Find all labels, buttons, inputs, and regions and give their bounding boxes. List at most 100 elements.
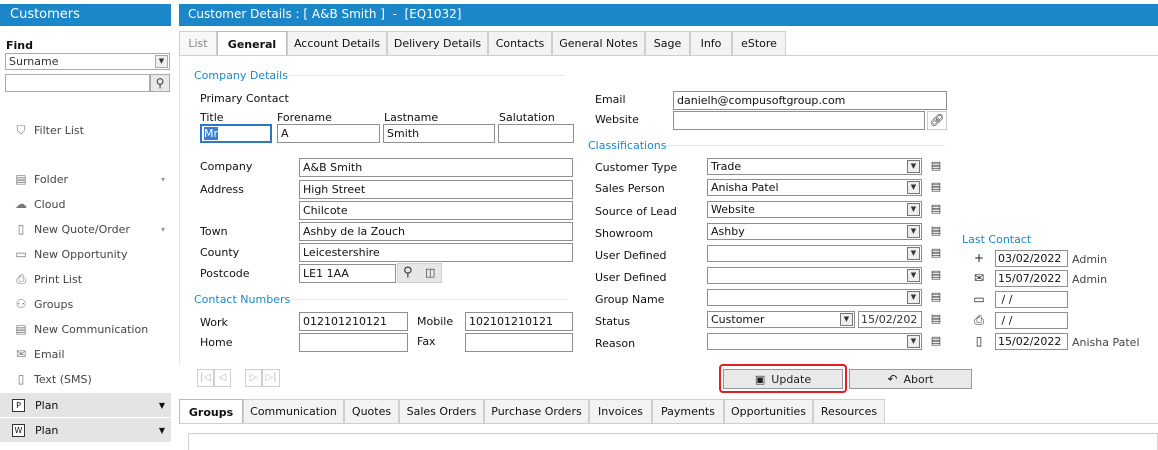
edit-list-icon[interactable]: ▤ xyxy=(930,291,942,303)
address-line2-input[interactable]: Chilcote xyxy=(299,201,573,220)
tab-list[interactable]: List xyxy=(179,31,217,55)
chevron-down-icon[interactable]: ▼ xyxy=(907,160,920,173)
showroom-select[interactable]: Ashby ▼ xyxy=(707,223,922,240)
tab-account-details[interactable]: Account Details xyxy=(287,31,387,55)
sidebar-item-folder[interactable]: ▤ Folder ▾ xyxy=(0,167,171,191)
document-icon: ▯ xyxy=(17,222,25,236)
tab-quotes[interactable]: Quotes xyxy=(344,399,399,423)
salutation-input[interactable] xyxy=(498,124,574,143)
abort-label: Abort xyxy=(903,372,934,386)
chevron-down-icon[interactable]: ▼ xyxy=(840,313,853,326)
tab-general[interactable]: General xyxy=(217,31,287,56)
sidebar-item-cloud[interactable]: ☁ Cloud xyxy=(0,192,171,216)
status-date-input[interactable]: 15/02/202 xyxy=(858,311,922,328)
find-search-input[interactable] xyxy=(5,74,150,92)
group-name-select[interactable]: ▼ xyxy=(707,289,922,306)
chevron-down-icon[interactable]: ▼ xyxy=(907,247,920,260)
tab-invoices[interactable]: Invoices xyxy=(589,399,652,423)
forename-input[interactable]: A xyxy=(277,124,380,143)
groups-icon: ⚇ xyxy=(15,297,27,311)
tab-info[interactable]: Info xyxy=(690,31,732,55)
postcode-search-button[interactable]: ⚲ ◫ xyxy=(397,263,442,283)
address-line1-input[interactable]: High Street xyxy=(299,180,573,199)
next-record-button[interactable]: ▷ xyxy=(245,369,262,387)
title-input[interactable]: Mr xyxy=(200,124,272,143)
section-divider xyxy=(285,75,565,76)
edit-list-icon[interactable]: ▤ xyxy=(930,313,942,325)
chevron-down-icon[interactable]: ▼ xyxy=(907,181,920,194)
last-contact-date-input[interactable]: 15/07/2022 xyxy=(995,270,1068,287)
prev-record-button[interactable]: ◁ xyxy=(214,369,231,387)
email-input[interactable]: danielh@compusoftgroup.com xyxy=(673,91,947,110)
tab-groups[interactable]: Groups xyxy=(179,399,243,424)
chevron-down-icon[interactable]: ▼ xyxy=(907,203,920,216)
sidebar-plan-p[interactable]: P Plan ▼ xyxy=(0,393,171,417)
postcode-input[interactable]: LE1 1AA xyxy=(299,264,396,283)
link-icon[interactable]: 🔗︎ xyxy=(927,111,947,130)
tab-contacts[interactable]: Contacts xyxy=(488,31,552,55)
tab-delivery-details[interactable]: Delivery Details xyxy=(387,31,488,55)
last-contact-date-input[interactable]: 03/02/2022 xyxy=(995,250,1068,267)
edit-list-icon[interactable]: ▤ xyxy=(930,203,942,215)
status-select[interactable]: Customer ▼ xyxy=(707,311,855,328)
filter-icon: ⛉ xyxy=(16,122,26,137)
lastname-input[interactable]: Smith xyxy=(383,124,495,143)
customer-type-label: Customer Type xyxy=(595,161,678,174)
tab-resources[interactable]: Resources xyxy=(813,399,885,423)
tab-communication[interactable]: Communication xyxy=(243,399,344,423)
company-input[interactable]: A&B Smith xyxy=(299,158,573,177)
edit-list-icon[interactable]: ▤ xyxy=(930,335,942,347)
edit-list-icon[interactable]: ▤ xyxy=(930,269,942,281)
sidebar-item-new-opportunity[interactable]: ▭ New Opportunity xyxy=(0,242,171,266)
tab-estore[interactable]: eStore xyxy=(732,31,786,55)
find-field-select[interactable]: Surname ▼ xyxy=(5,53,170,70)
first-record-button[interactable]: |◁ xyxy=(197,369,214,387)
county-input[interactable]: Leicestershire xyxy=(299,243,573,262)
user-defined-1-select[interactable]: ▼ xyxy=(707,245,922,262)
source-of-lead-select[interactable]: Website ▼ xyxy=(707,201,922,218)
abort-button[interactable]: ↶ Abort xyxy=(849,369,972,389)
sidebar-item-new-quote-order[interactable]: ▯ New Quote/Order ▾ xyxy=(0,217,171,241)
update-button[interactable]: ▣ Update xyxy=(723,369,843,389)
chevron-down-icon[interactable]: ▼ xyxy=(907,291,920,304)
last-contact-date-input[interactable]: / / xyxy=(995,312,1068,329)
work-phone-input[interactable]: 012101210121 xyxy=(299,312,408,331)
sidebar-item-label: Cloud xyxy=(34,197,66,211)
sidebar-item-groups[interactable]: ⚇ Groups xyxy=(0,292,171,316)
tab-sales-orders[interactable]: Sales Orders xyxy=(399,399,484,423)
edit-list-icon[interactable]: ▤ xyxy=(930,160,942,172)
customer-type-select[interactable]: Trade ▼ xyxy=(707,158,922,175)
tab-payments[interactable]: Payments xyxy=(652,399,724,423)
sidebar-item-text-sms[interactable]: ▯ Text (SMS) xyxy=(0,367,171,391)
town-input[interactable]: Ashby de la Zouch xyxy=(299,222,573,241)
chevron-down-icon[interactable]: ▼ xyxy=(155,55,168,68)
chevron-down-icon[interactable]: ▼ xyxy=(907,225,920,238)
sidebar-item-label: Plan xyxy=(35,398,59,412)
last-contact-date-input[interactable]: 15/02/2022 xyxy=(995,333,1068,350)
chevron-down-icon[interactable]: ▼ xyxy=(907,335,920,348)
tab-general-notes[interactable]: General Notes xyxy=(552,31,645,55)
tab-opportunities[interactable]: Opportunities xyxy=(724,399,813,423)
sidebar-plan-w[interactable]: W Plan ▼ xyxy=(0,418,171,442)
edit-list-icon[interactable]: ▤ xyxy=(930,181,942,193)
status-label: Status xyxy=(595,315,631,328)
tab-sage[interactable]: Sage xyxy=(645,31,690,55)
tab-purchase-orders[interactable]: Purchase Orders xyxy=(484,399,589,423)
last-contact-date-input[interactable]: / / xyxy=(995,291,1068,308)
last-record-button[interactable]: ▷| xyxy=(262,369,280,387)
mobile-phone-input[interactable]: 102101210121 xyxy=(465,312,573,331)
search-icon[interactable]: ⚲ xyxy=(150,74,170,92)
edit-list-icon[interactable]: ▤ xyxy=(930,225,942,237)
chevron-down-icon[interactable]: ▼ xyxy=(907,269,920,282)
fax-input[interactable] xyxy=(465,333,573,352)
edit-list-icon[interactable]: ▤ xyxy=(930,247,942,259)
sidebar-item-print-list[interactable]: ⎙ Print List xyxy=(0,267,171,291)
home-phone-input[interactable] xyxy=(299,333,408,352)
sidebar-item-email[interactable]: ✉ Email xyxy=(0,342,171,366)
user-defined-2-select[interactable]: ▼ xyxy=(707,267,922,284)
website-input[interactable] xyxy=(673,111,925,130)
filter-list-button[interactable]: ⛉ Filter List xyxy=(0,118,171,142)
sales-person-select[interactable]: Anisha Patel ▼ xyxy=(707,179,922,196)
sidebar-item-new-communication[interactable]: ▤ New Communication xyxy=(0,317,171,341)
reason-select[interactable]: ▼ xyxy=(707,333,922,350)
